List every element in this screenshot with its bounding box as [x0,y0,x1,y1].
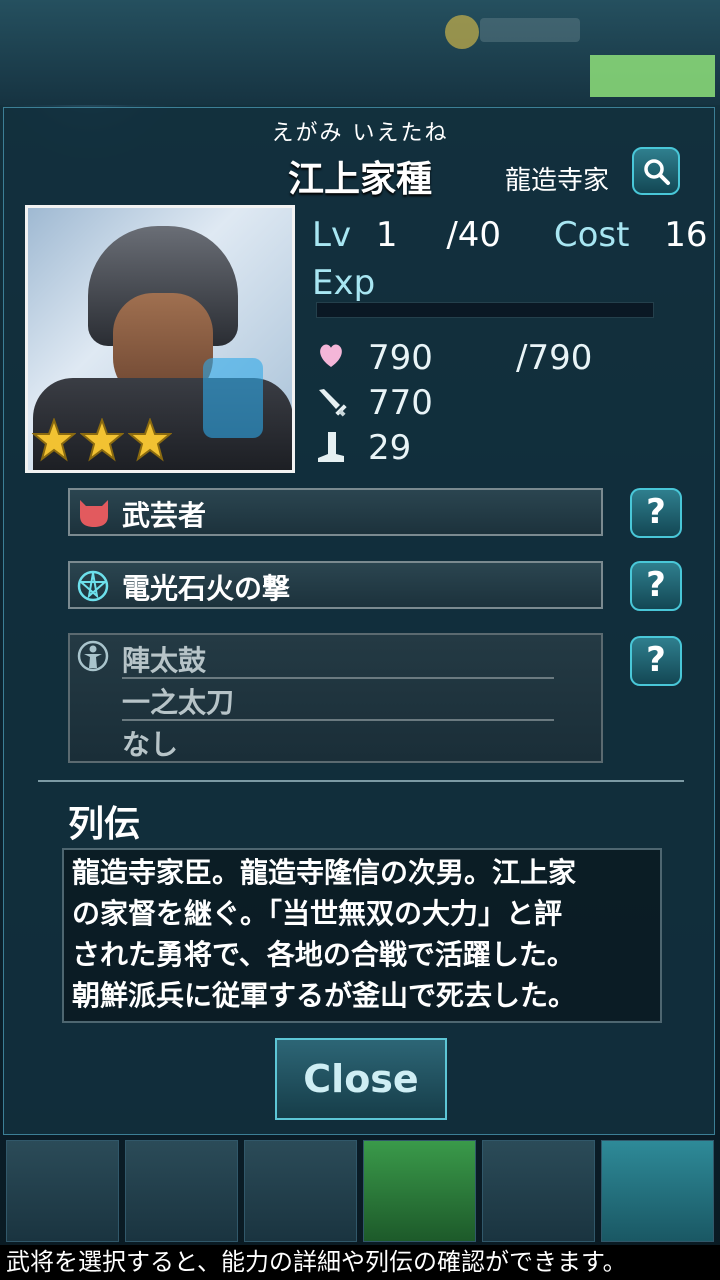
rarity-stars [32,418,172,462]
cost-label: Cost [553,215,630,255]
ability-separator [122,677,554,679]
level-max: /40 [446,215,502,255]
top-status-bar [0,0,720,105]
general-name: 江上家種 [287,159,432,200]
nav-button-2[interactable] [125,1140,238,1242]
abilities-box: 陣太鼓 一之太刀 なし [68,633,603,763]
special-label: 電光石火の撃 [122,572,291,605]
hp-max: /790 [516,338,593,378]
ability-3: なし [122,728,179,761]
sword-icon [319,389,347,417]
level-label: Lv [312,215,352,255]
level-line: Lv 1 /40 Cost 16 [312,215,708,255]
exp-bar [316,302,654,318]
biography-line: 朝鮮派兵に従軍するが釜山で死去した。 [72,979,577,1012]
nav-button-1[interactable] [6,1140,119,1242]
star-icon [80,418,124,462]
nav-button-5[interactable] [482,1140,595,1242]
biography-line: 龍造寺家臣。龍造寺隆信の次男。江上家 [72,856,577,889]
biography-line: された勇将で、各地の合戦で活躍した。 [72,938,575,971]
type-label: 武芸者 [122,499,207,532]
star-icon [32,418,76,462]
coin-icon [445,15,479,49]
resource-bar [480,18,580,42]
search-button[interactable] [632,147,680,195]
biography-line: の家督を継ぐ。「当世無双の大力」と評 [72,897,563,930]
name-furigana: えがみ いえたね [271,121,449,146]
nav-button-6[interactable] [601,1140,714,1242]
attack-value: 770 [368,383,433,423]
biography-text: 龍造寺家臣。龍造寺隆信の次男。江上家 の家督を継ぐ。「当世無双の大力」と評 され… [62,848,662,1023]
cost-value: 16 [664,215,708,255]
nav-button-3[interactable] [244,1140,357,1242]
clan-name: 龍造寺家 [505,166,610,196]
ability-2: 一之太刀 [122,686,235,719]
stamina-gauge [590,55,715,97]
exp-label: Exp [312,263,376,303]
abilities-help-button[interactable]: ? [630,636,682,686]
heart-icon [320,344,342,367]
type-help-button[interactable]: ? [630,488,682,538]
ability-separator [122,719,554,721]
search-icon [644,159,670,185]
hp-value: 790 [368,338,433,378]
hint-bar: 武将を選択すると、能力の詳細や列伝の確認ができます。 [0,1245,720,1280]
speed-value: 29 [368,428,412,468]
special-help-button[interactable]: ? [630,561,682,611]
ability-1: 陣太鼓 [122,644,207,677]
biography-title: 列伝 [68,804,141,845]
bottom-navigation [0,1135,720,1245]
boot-icon [318,432,344,462]
type-row: 武芸者 [68,488,603,536]
section-divider [38,780,684,782]
person-icon [77,640,109,672]
nav-button-4[interactable] [363,1140,476,1242]
pentagram-icon [77,570,109,602]
demon-mask-icon [80,500,108,527]
level-value: 1 [375,215,398,255]
star-icon [128,418,172,462]
close-button[interactable]: Close [275,1038,447,1120]
special-row: 電光石火の撃 [68,561,603,609]
portrait-glow [203,358,263,438]
